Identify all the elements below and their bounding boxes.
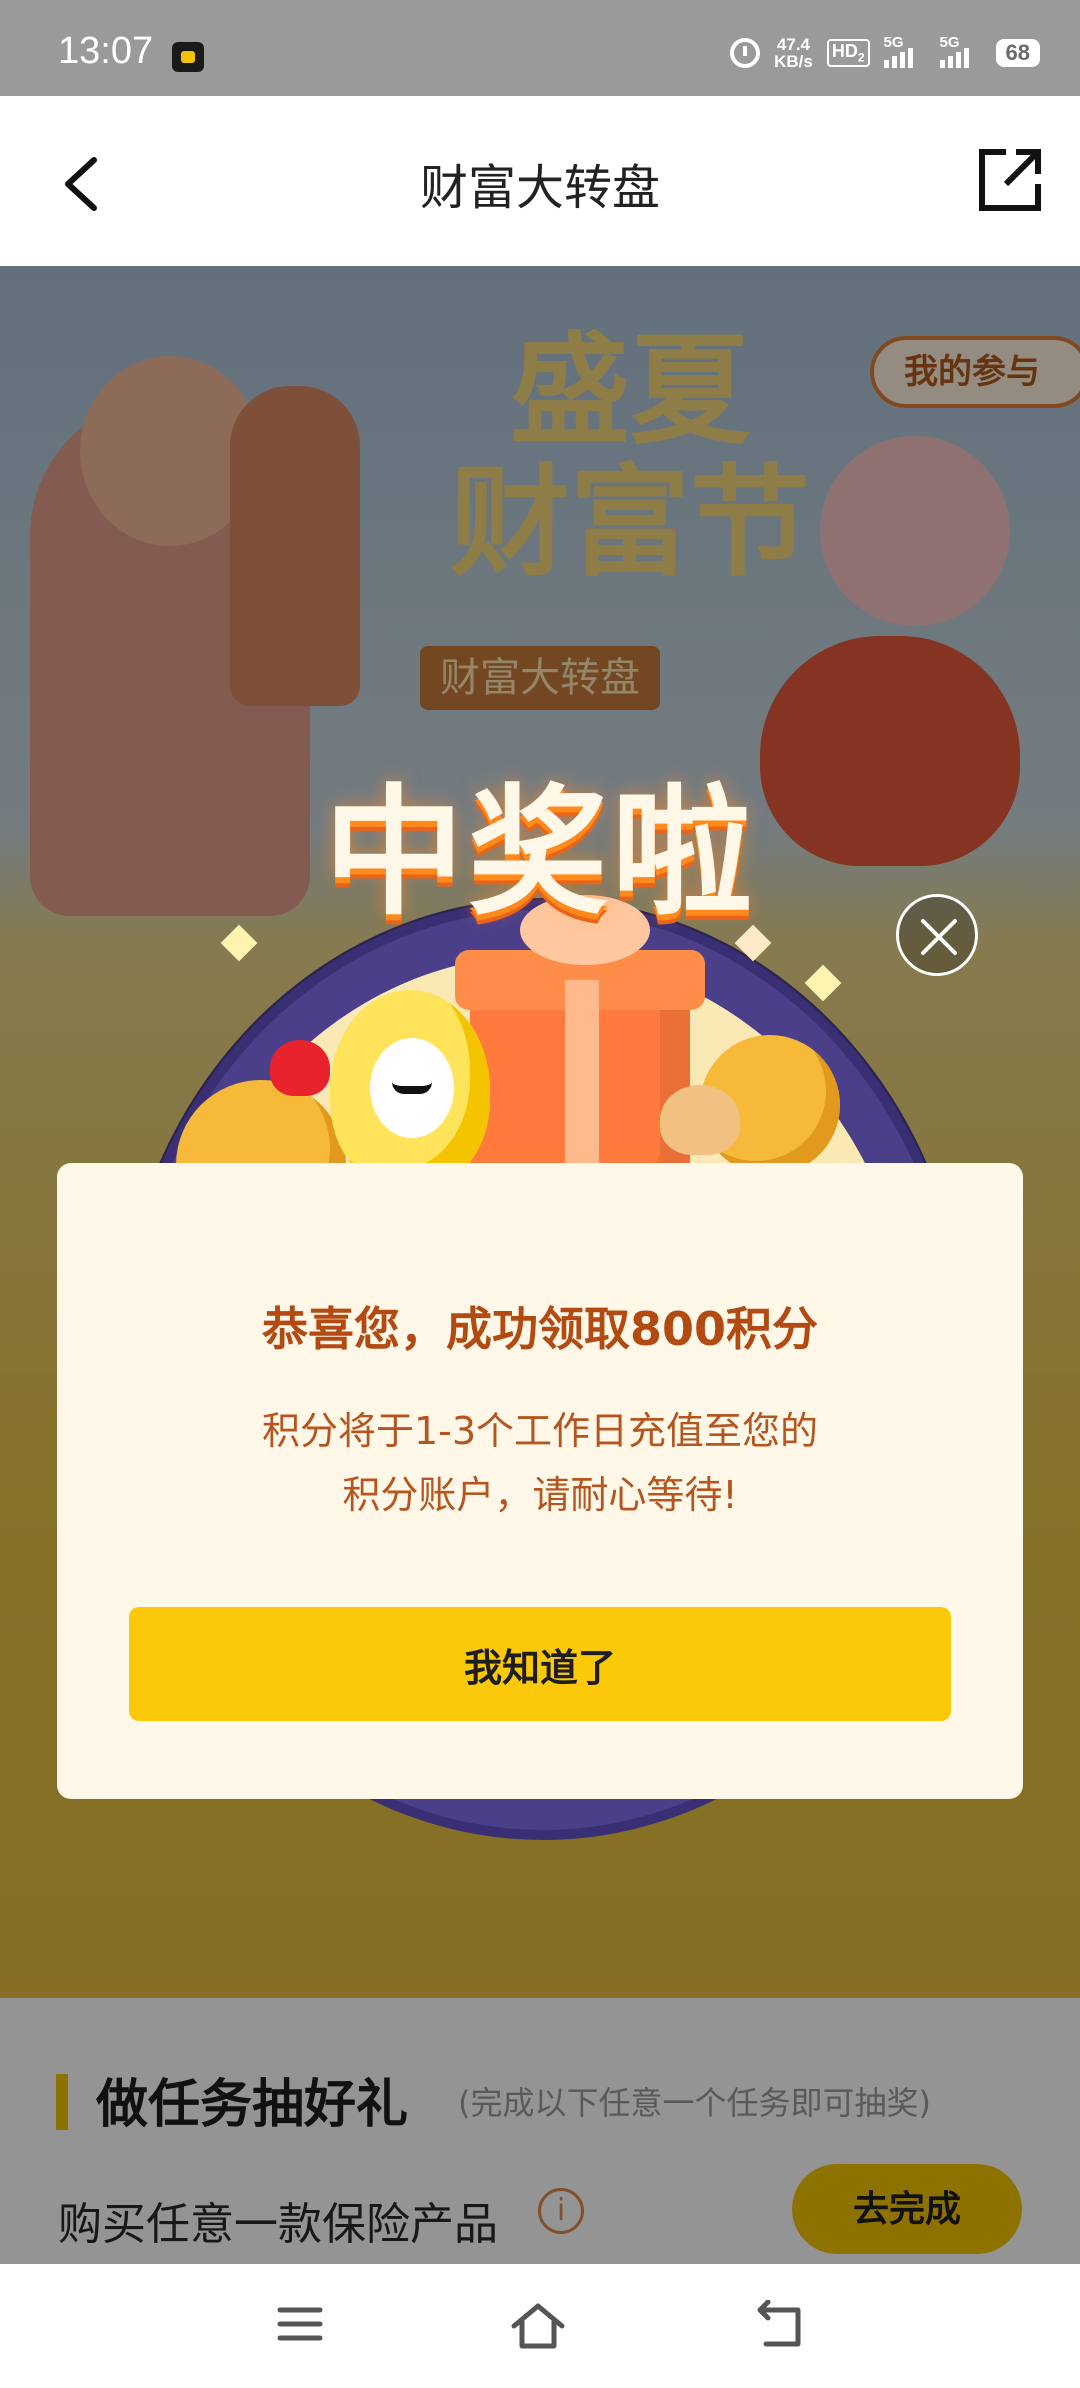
battery-indicator: 68 xyxy=(995,39,1040,67)
network-speed-value: 47.4 xyxy=(776,35,810,54)
popup-message-line1: 积分将于1-3个工作日充值至您的 xyxy=(261,1409,819,1453)
mascot-mustache xyxy=(392,1082,432,1094)
hd-sub: 2 xyxy=(857,50,865,65)
page-title: 财富大转盘 xyxy=(419,160,660,216)
share-external-icon[interactable] xyxy=(976,146,1044,214)
nav-bar: 财富大转盘 xyxy=(0,96,1080,266)
status-indicators: 47.4 KB/s HD2 5G 5G 68 xyxy=(730,34,1040,70)
signal-label-2: 5G xyxy=(939,34,960,51)
back-icon[interactable] xyxy=(752,2300,808,2352)
popup-message: 积分将于1-3个工作日充值至您的 积分账户，请耐心等待! xyxy=(167,1399,913,1527)
network-speed-unit: KB/s xyxy=(774,52,813,71)
red-heart-icon xyxy=(270,1040,330,1096)
home-icon[interactable] xyxy=(508,2300,568,2352)
status-time: 13:07 xyxy=(58,30,154,72)
win-popup-card: 恭喜您，成功领取800积分 积分将于1-3个工作日充值至您的 积分账户，请耐心等… xyxy=(57,1163,1023,1799)
alarm-icon xyxy=(730,38,761,68)
signal-label-1: 5G xyxy=(883,34,904,51)
hd-badge: HD2 xyxy=(826,39,870,67)
close-button[interactable] xyxy=(896,894,978,976)
signal-icon: 5G xyxy=(883,34,926,68)
system-nav-bar xyxy=(0,2264,1080,2388)
gift-ribbon xyxy=(565,980,599,1190)
close-icon xyxy=(921,919,957,955)
network-speed: 47.4 KB/s xyxy=(774,36,813,70)
menu-icon[interactable] xyxy=(276,2300,324,2348)
status-bar: 13:07 47.4 KB/s HD2 5G 5G 68 xyxy=(0,0,1080,96)
gold-heart-icon xyxy=(660,1085,740,1155)
popup-title: 恭喜您，成功领取800积分 xyxy=(261,1302,819,1356)
app-notification-icon xyxy=(172,42,204,72)
signal-icon-2: 5G xyxy=(939,34,982,68)
confirm-button[interactable]: 我知道了 xyxy=(129,1607,951,1721)
popup-message-line2: 积分账户，请耐心等待! xyxy=(342,1473,738,1517)
hd-label: HD xyxy=(831,41,858,62)
